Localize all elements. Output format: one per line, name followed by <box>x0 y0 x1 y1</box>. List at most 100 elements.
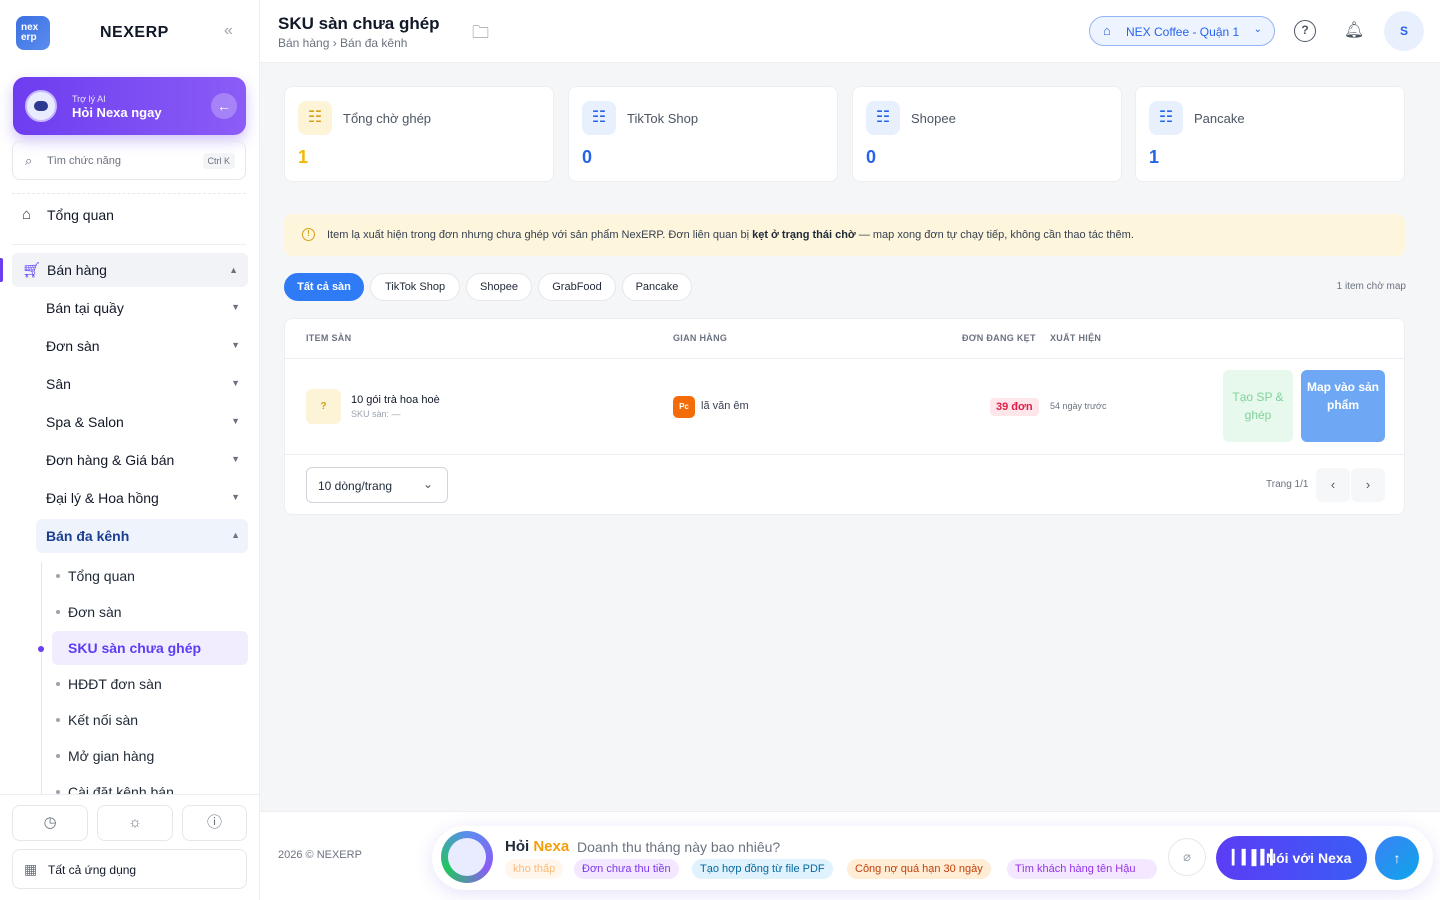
help-icon[interactable]: ? <box>1294 20 1316 42</box>
collapse-sidebar-icon[interactable]: « <box>224 22 233 40</box>
feature-search[interactable]: ⌕ Tìm chức năng Ctrl K <box>12 141 246 180</box>
item-name: 10 gói trà hoa hoè <box>351 394 440 406</box>
nav-mc-unmatched-sku[interactable]: SKU sàn chưa ghép <box>52 631 248 665</box>
suggestion-chip[interactable]: Tạo hợp đồng từ file PDF <box>692 859 833 879</box>
nav-courts-label: Sân <box>46 376 71 392</box>
ask-input[interactable]: Doanh thu tháng này bao nhiêu? <box>577 839 780 855</box>
nav-multichannel[interactable]: Bán đa kênh ▲ <box>36 519 248 553</box>
checklist-icon: ☷ <box>1149 101 1183 135</box>
shop-name: lã văn êm <box>701 400 749 412</box>
nav-pos[interactable]: Bán tại quầy ▼ <box>36 291 248 325</box>
folder-icon[interactable]: 🗀︎ <box>472 20 489 49</box>
search-icon: ⌕ <box>25 153 33 168</box>
avatar[interactable]: S <box>1384 11 1424 51</box>
chevron-up-icon: ▲ <box>231 530 240 540</box>
filter-tiktok[interactable]: TikTok Shop <box>370 273 460 301</box>
nav-spa-salon[interactable]: Spa & Salon ▼ <box>36 405 248 439</box>
alert-button[interactable]: ⓘ <box>182 805 247 841</box>
nav-courts[interactable]: Sân ▼ <box>36 367 248 401</box>
nav-marketplace-orders[interactable]: Đơn sàn ▼ <box>36 329 248 363</box>
next-page-button[interactable]: › <box>1351 468 1385 502</box>
page-info: Trang 1/1 <box>1266 479 1309 490</box>
ask-nexa-bar: Hỏi Nexa Doanh thu tháng này bao nhiêu? … <box>432 826 1433 890</box>
info-notice: ! Item lạ xuất hiện trong đơn nhưng chưa… <box>284 214 1405 256</box>
active-indicator <box>0 258 3 282</box>
nav-mc-open-store-label: Mở gian hàng <box>68 748 155 764</box>
active-dot <box>38 646 44 652</box>
divider <box>12 244 246 245</box>
checklist-icon: ☷ <box>582 101 616 135</box>
breadcrumb[interactable]: Bán hàng › Bán đa kênh <box>278 36 407 50</box>
nav-mc-connect-label: Kết nối sàn <box>68 712 139 728</box>
cart-icon: 🛒︎ <box>22 262 42 279</box>
store-selector[interactable]: ⌂ NEX Coffee - Quận 1 ⌄ <box>1089 16 1275 46</box>
filter-pancake[interactable]: Pancake <box>622 273 692 301</box>
filter-all[interactable]: Tất cả sàn <box>284 273 364 301</box>
nav-sales[interactable]: 🛒︎ Bán hàng ▲ <box>12 253 248 287</box>
warning-icon: ! <box>302 228 315 241</box>
pancake-badge-icon: Pc <box>673 396 695 418</box>
nav-mc-connect[interactable]: Kết nối sàn <box>52 703 248 737</box>
waiting-count: 1 item chờ map <box>1336 281 1406 292</box>
nav-mc-unmatched-sku-label: SKU sàn chưa ghép <box>68 640 202 656</box>
arrow-left-icon[interactable]: ← <box>211 93 237 119</box>
robot-icon <box>441 831 493 883</box>
stat-value: 0 <box>582 147 593 167</box>
suggestion-chip[interactable]: Tìm khách hàng tên Hậu <box>1007 859 1157 879</box>
nav-sales-label: Bán hàng <box>47 262 107 278</box>
stat-value: 0 <box>866 147 877 167</box>
sidebar: nex erp NEXERP « Trợ lý AI Hỏi Nexa ngay… <box>0 0 260 900</box>
suggestion-chip[interactable]: kho thấp <box>505 859 564 879</box>
filter-grabfood[interactable]: GrabFood <box>538 273 616 301</box>
grid-icon: ▦ <box>24 861 38 877</box>
checklist-icon: ☷ <box>866 101 900 135</box>
chevron-left-icon: ‹ <box>1330 477 1336 492</box>
chevron-down-icon: ⌄ <box>422 477 433 491</box>
nav-agents-commission[interactable]: Đại lý & Hoa hồng ▼ <box>36 481 248 515</box>
stat-card-tiktok: ☷ TikTok Shop 0 <box>568 86 838 182</box>
home-icon: ⌂ <box>22 206 32 223</box>
nav-mc-open-store[interactable]: Mở gian hàng <box>52 739 248 773</box>
tree-line <box>41 562 42 802</box>
attach-icon[interactable]: ⌀ <box>1168 838 1206 876</box>
store-icon: ⌂ <box>1103 23 1111 38</box>
bell-icon[interactable]: 🔔︎ <box>1343 20 1365 42</box>
all-apps-button[interactable]: ▦ Tất cả ứng dụng <box>12 849 247 889</box>
all-apps-label: Tất cả ứng dụng <box>48 863 137 877</box>
nav-overview[interactable]: ⌂ Tổng quan <box>12 198 246 232</box>
nav-orders-pricing-label: Đơn hàng & Giá bán <box>46 452 175 468</box>
prev-page-button[interactable]: ‹ <box>1316 468 1350 502</box>
map-to-product-button[interactable]: Map vào sản phẩm <box>1301 370 1385 442</box>
ask-title-accent: Nexa <box>533 838 570 855</box>
theme-button[interactable]: ☼ <box>97 805 173 841</box>
stat-value: 1 <box>298 147 309 167</box>
suggestion-chip[interactable]: Công nợ quá hạn 30 ngày <box>847 859 991 879</box>
nav-orders-pricing[interactable]: Đơn hàng & Giá bán ▼ <box>36 443 248 477</box>
suggestion-chip[interactable]: Đơn chưa thu tiền <box>574 859 679 879</box>
voice-button[interactable]: ▎▍▌▍▎ Nói với Nexa <box>1216 836 1367 880</box>
item-thumbnail: ? <box>306 389 341 424</box>
create-and-match-button[interactable]: Tạo SP & ghép <box>1223 370 1293 442</box>
sun-icon: ☼ <box>128 814 142 831</box>
filter-shopee[interactable]: Shopee <box>466 273 532 301</box>
nav-mc-orders[interactable]: Đơn sàn <box>52 595 248 629</box>
bullet <box>56 574 60 578</box>
nav-overview-label: Tổng quan <box>47 207 114 223</box>
nav-mc-overview-label: Tổng quan <box>68 568 135 584</box>
nav-mc-overview[interactable]: Tổng quan <box>52 559 248 593</box>
history-button[interactable]: ◷ <box>12 805 88 841</box>
chevron-down-icon: ⌄ <box>1253 24 1262 35</box>
notice-emphasis: kẹt ở trạng thái chờ <box>752 229 856 241</box>
nav-mc-einvoice[interactable]: HĐĐT đơn sàn <box>52 667 248 701</box>
send-button[interactable]: ↑ <box>1375 836 1419 880</box>
logo-icon: nex erp <box>16 16 50 50</box>
chevron-down-icon: ▼ <box>231 340 240 350</box>
ai-assistant-card[interactable]: Trợ lý AI Hỏi Nexa ngay ← <box>13 77 246 135</box>
appeared-time: 54 ngày trước <box>1050 401 1107 411</box>
page-size-select[interactable]: 10 dòng/trang ⌄ <box>306 467 448 503</box>
stat-label: Shopee <box>911 111 956 126</box>
stat-card-pancake: ☷ Pancake 1 <box>1135 86 1405 182</box>
stat-label: Tổng chờ ghép <box>343 111 432 126</box>
shortcut-badge: Ctrl K <box>202 153 235 169</box>
ask-title: Hỏi Nexa <box>505 838 569 855</box>
